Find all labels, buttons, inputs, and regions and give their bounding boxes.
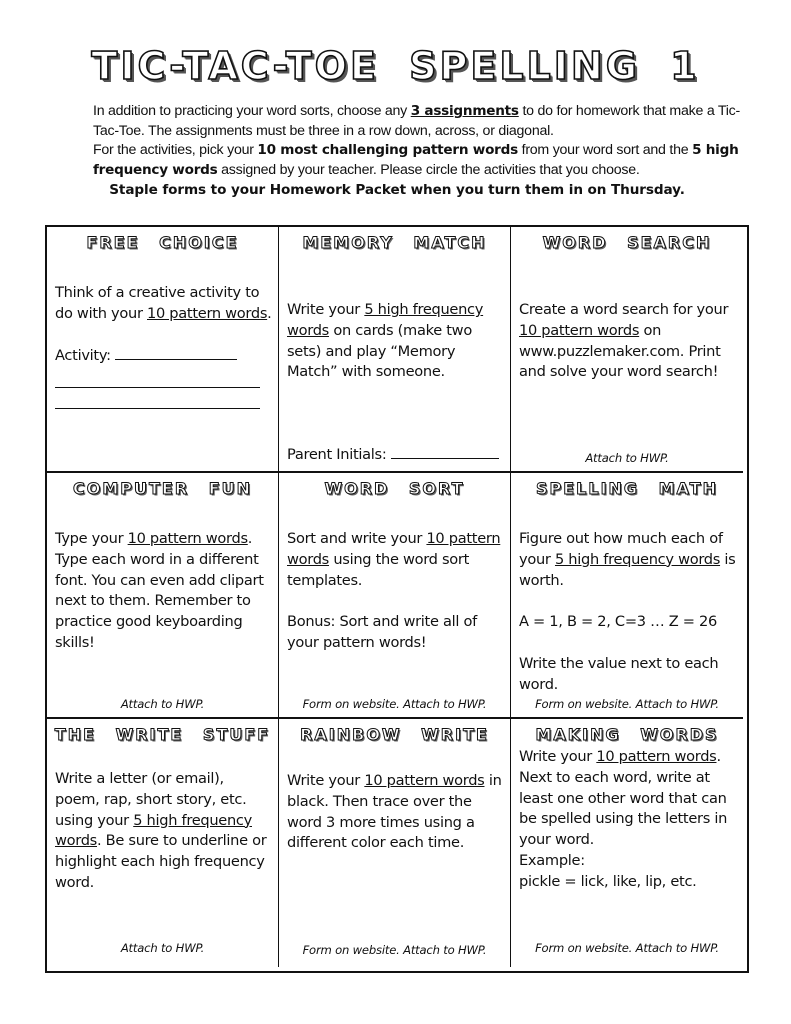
cell-body: Figure out how much each of your 5 high … xyxy=(519,529,737,695)
cell-making-words[interactable]: MAKING WORDS Write your 10 pattern words… xyxy=(511,719,743,967)
staple-note: Staple forms to your Homework Packet whe… xyxy=(109,182,685,199)
bonus-text: Bonus: Sort and write all of your patter… xyxy=(287,613,477,651)
activity-blank[interactable] xyxy=(115,345,238,361)
cell-title: WORD SORT xyxy=(324,479,465,499)
text: . Type each word in a different font. Yo… xyxy=(55,530,264,651)
cell-word-search[interactable]: WORD SEARCH Create a word search for you… xyxy=(511,227,743,473)
cell-title: WORD SEARCH xyxy=(542,233,712,253)
instructions: In addition to practicing your word sort… xyxy=(47,102,747,201)
underlined-text: 10 pattern words xyxy=(127,530,248,547)
example-label: Example: xyxy=(519,851,585,869)
example-text: pickle = lick, like, lip, etc. xyxy=(519,872,697,890)
cell-title: MAKING WORDS xyxy=(535,725,719,745)
cell-footer: Attach to HWP. xyxy=(120,697,205,711)
cell-word-sort[interactable]: WORD SORT Sort and write your 10 pattern… xyxy=(279,473,511,719)
text: Write the value next to each word. xyxy=(519,654,719,693)
cell-title: COMPUTER FUN xyxy=(72,479,253,499)
pattern-words-emphasis: 10 most challenging pattern words xyxy=(257,142,518,159)
cell-footer: Form on website. Attach to HWP. xyxy=(302,697,487,711)
text: For the activities, pick your xyxy=(93,142,258,159)
tic-tac-toe-grid: FREE CHOICE Think of a creative activity… xyxy=(45,225,749,973)
underlined-text: 10 pattern words xyxy=(147,304,268,322)
text: Type your xyxy=(55,530,128,547)
text: Write your xyxy=(287,772,365,789)
cell-the-write-stuff[interactable]: THE WRITE STUFF Write a letter (or email… xyxy=(47,719,279,967)
cell-title: FREE CHOICE xyxy=(86,233,239,253)
cell-title: THE WRITE STUFF xyxy=(54,725,271,745)
text: Write your xyxy=(287,301,365,318)
assignments-count: 3 assignments xyxy=(410,103,519,119)
page-title: TIC-TAC-TOE SPELLING 1 xyxy=(91,43,700,89)
letter-value-formula: A = 1, B = 2, C=3 … Z = 26 xyxy=(519,613,717,631)
parent-initials-blank[interactable] xyxy=(390,444,499,459)
cell-body: Write your 10 pattern words in black. Th… xyxy=(287,771,504,854)
activity-label: Activity: xyxy=(55,347,116,365)
cell-body: Write a letter (or email), poem, rap, sh… xyxy=(55,769,272,894)
underlined-text: 10 pattern words xyxy=(364,772,485,789)
cell-computer-fun[interactable]: COMPUTER FUN Type your 10 pattern words.… xyxy=(47,473,279,719)
cell-memory-match[interactable]: MEMORY MATCH Write your 5 high frequency… xyxy=(279,227,511,473)
cell-body: Create a word search for your 10 pattern… xyxy=(519,300,737,383)
cell-footer: Form on website. Attach to HWP. xyxy=(302,943,487,957)
cell-rainbow-write[interactable]: RAINBOW WRITE Write your 10 pattern word… xyxy=(279,719,511,967)
cell-footer: Attach to HWP. xyxy=(585,451,669,465)
activity-field[interactable]: Activity: xyxy=(55,345,272,367)
instructions-paragraph-2: For the activities, pick your 10 most ch… xyxy=(47,141,747,180)
underlined-text: 10 pattern words xyxy=(519,321,640,339)
cell-body: Sort and write your 10 pattern words usi… xyxy=(287,529,504,654)
cell-footer: Form on website. Attach to HWP. xyxy=(535,941,719,955)
instructions-paragraph-1: In addition to practicing your word sort… xyxy=(47,102,747,141)
parent-initials-label: Parent Initials: xyxy=(287,446,391,463)
cell-title: RAINBOW WRITE xyxy=(300,725,489,745)
cell-spelling-math[interactable]: SPELLING MATH Figure out how much each o… xyxy=(511,473,743,719)
text: Write your xyxy=(519,748,597,765)
text: Sort and write your xyxy=(287,530,427,547)
cell-title: MEMORY MATCH xyxy=(302,233,487,253)
cell-free-choice[interactable]: FREE CHOICE Think of a creative activity… xyxy=(47,227,279,473)
activity-line-3[interactable] xyxy=(55,388,260,409)
underlined-text: 10 pattern words xyxy=(596,748,717,765)
cell-body: Write your 5 high frequency words on car… xyxy=(287,300,504,383)
cell-body: Write your 10 pattern words. Next to eac… xyxy=(519,747,737,893)
text: assigned by your teacher. Please circle … xyxy=(217,161,640,178)
text: from your word sort and the xyxy=(517,142,693,159)
cell-title: SPELLING MATH xyxy=(536,479,718,499)
cell-body: Type your 10 pattern words. Type each wo… xyxy=(55,529,272,654)
activity-line-2[interactable] xyxy=(55,367,260,388)
parent-initials-field[interactable]: Parent Initials: xyxy=(287,444,504,466)
text: Create a word search for your xyxy=(519,301,729,318)
cell-body: Think of a creative activity to do with … xyxy=(55,283,272,409)
underlined-text: 5 high frequency words xyxy=(554,550,721,568)
cell-footer: Form on website. Attach to HWP. xyxy=(535,697,719,711)
text: . xyxy=(267,304,272,322)
cell-footer: Attach to HWP. xyxy=(120,941,205,955)
text: In addition to practicing your word sort… xyxy=(93,103,411,119)
